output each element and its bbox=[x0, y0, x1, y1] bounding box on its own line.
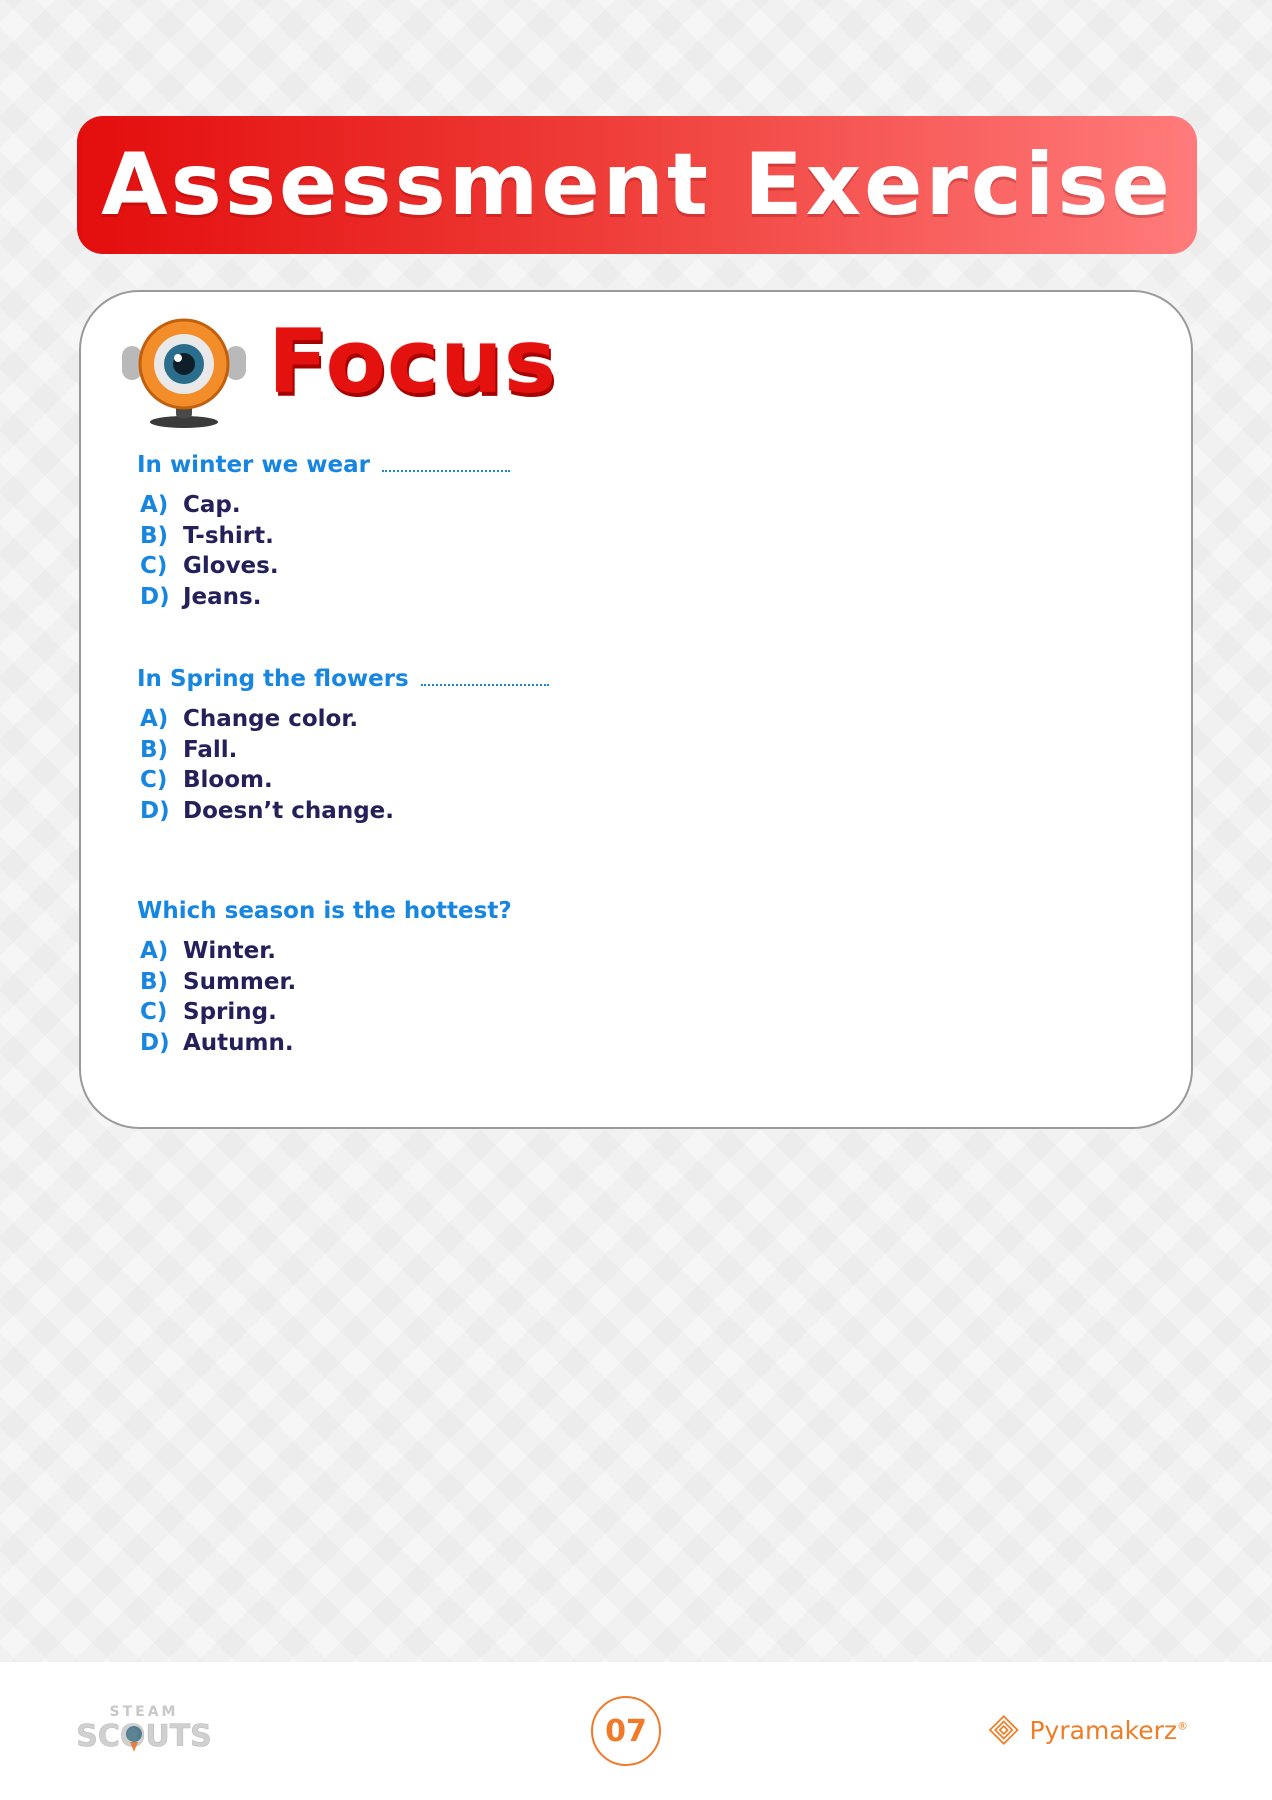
option-text: Cap. bbox=[183, 492, 241, 518]
option-d[interactable]: D) Doesn’t change. bbox=[140, 798, 549, 829]
section-title: Focus bbox=[268, 310, 558, 413]
option-letter: C) bbox=[140, 999, 168, 1025]
page-number: 07 bbox=[591, 1696, 661, 1766]
option-letter: B) bbox=[140, 522, 169, 549]
option-b[interactable]: B) T-shirt. bbox=[140, 523, 510, 554]
logo-top-text: STEAM bbox=[110, 1704, 179, 1720]
option-c[interactable]: C) Spring. bbox=[140, 999, 512, 1030]
question-text: Which season is the hottest? bbox=[137, 898, 512, 924]
option-c[interactable]: C) Bloom. bbox=[140, 767, 549, 798]
option-c[interactable]: C) Gloves. bbox=[140, 553, 510, 584]
option-b[interactable]: B) Summer. bbox=[140, 969, 512, 1000]
pyramakerz-diamond-icon bbox=[988, 1715, 1019, 1745]
answer-blank bbox=[381, 468, 510, 472]
option-text: Spring. bbox=[183, 999, 277, 1025]
pyramakerz-logo: Pyramakerz® bbox=[988, 1704, 1188, 1756]
option-d[interactable]: D) Jeans. bbox=[140, 584, 510, 615]
option-text: Doesn’t change. bbox=[183, 797, 394, 824]
option-letter: B) bbox=[140, 968, 169, 995]
options-list: A) Winter. B) Summer. C) Spring. D) Autumn. bbox=[140, 938, 512, 1060]
options-list: A) Change color. B) Fall. C) Bloom. D) Doesn… bbox=[140, 706, 549, 828]
option-a[interactable]: A) Cap. bbox=[140, 492, 510, 523]
option-text: Fall. bbox=[183, 736, 238, 763]
question-1: In winter we wear A) Cap. B) T-shirt. C) Gl… bbox=[137, 452, 510, 614]
answer-blank bbox=[420, 682, 549, 686]
option-letter: A) bbox=[140, 492, 169, 518]
option-text: Summer. bbox=[183, 968, 297, 995]
option-text: Change color. bbox=[183, 706, 359, 732]
question-3: Which season is the hottest? A) Winter. B… bbox=[137, 898, 512, 1060]
registered-mark: ® bbox=[1177, 1719, 1188, 1733]
options-list: A) Cap. B) T-shirt. C) Gloves. D) Jeans. bbox=[140, 492, 510, 614]
brand-name: Pyramakerz® bbox=[1029, 1715, 1188, 1745]
option-letter: A) bbox=[140, 938, 169, 964]
option-letter: D) bbox=[140, 583, 170, 610]
option-letter: D) bbox=[140, 797, 170, 824]
option-letter: C) bbox=[140, 767, 168, 793]
option-letter: A) bbox=[140, 706, 169, 732]
question-text: In Spring the flowers bbox=[137, 666, 409, 692]
option-b[interactable]: B) Fall. bbox=[140, 737, 549, 768]
option-text: Bloom. bbox=[183, 767, 273, 793]
option-d[interactable]: D) Autumn. bbox=[140, 1030, 512, 1061]
question-text: In winter we wear bbox=[137, 452, 370, 478]
question-2: In Spring the flowers A) Change color. B)… bbox=[137, 666, 549, 828]
option-text: Gloves. bbox=[183, 553, 279, 579]
option-a[interactable]: A) Winter. bbox=[140, 938, 512, 969]
option-text: Autumn. bbox=[183, 1029, 294, 1056]
page-title: Assessment Exercise bbox=[101, 135, 1173, 235]
option-a[interactable]: A) Change color. bbox=[140, 706, 549, 737]
option-text: T-shirt. bbox=[183, 522, 274, 549]
robot-eye-mascot-icon bbox=[122, 318, 246, 428]
steam-scouts-logo-icon: STEAM SCOUTS bbox=[76, 1704, 212, 1754]
option-letter: B) bbox=[140, 736, 169, 763]
option-letter: C) bbox=[140, 553, 168, 579]
header-banner: Assessment Exercise bbox=[77, 116, 1197, 254]
option-text: Winter. bbox=[183, 938, 277, 964]
option-letter: D) bbox=[140, 1029, 170, 1056]
logo-bottom-text: SCOUTS bbox=[76, 1719, 212, 1754]
option-text: Jeans. bbox=[183, 583, 262, 610]
